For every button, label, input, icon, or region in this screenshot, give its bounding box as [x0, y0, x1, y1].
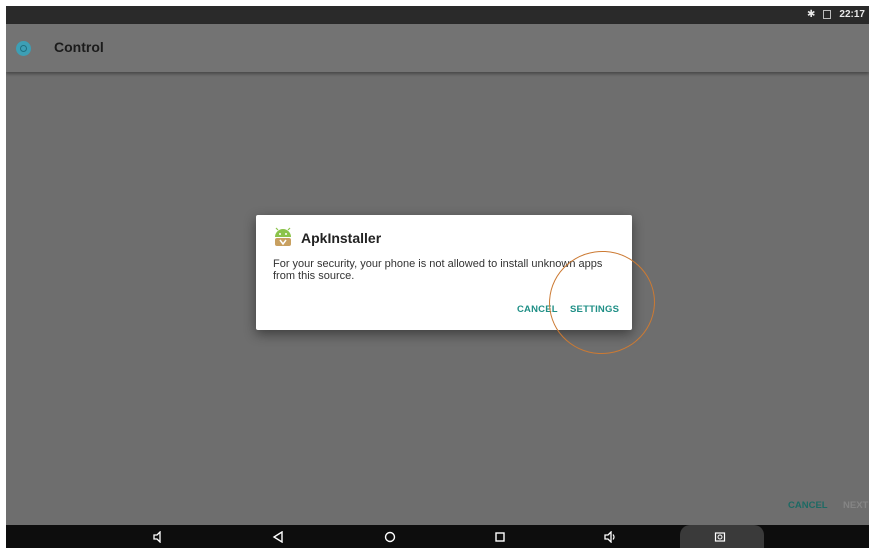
footer-cancel-button[interactable]: CANCEL	[788, 500, 828, 511]
status-time: 22:17	[839, 9, 865, 20]
screenshot-icon[interactable]	[712, 529, 728, 545]
app-bar: Control	[6, 24, 869, 72]
home-icon[interactable]	[382, 529, 398, 545]
screen: ✱ 22:17 Control ApkInstaller For your se…	[6, 6, 869, 548]
volume-up-icon[interactable]	[603, 529, 619, 545]
signal-icon	[823, 10, 832, 19]
android-installer-icon	[275, 227, 291, 246]
footer-next-button[interactable]: NEXT	[843, 500, 868, 511]
navigation-bar	[6, 525, 869, 548]
power-icon	[16, 41, 31, 56]
status-icons: ✱ 22:17	[807, 9, 865, 20]
status-bar: ✱ 22:17	[6, 6, 869, 24]
bluetooth-icon: ✱	[807, 9, 816, 20]
back-icon[interactable]	[270, 529, 286, 545]
recents-icon[interactable]	[492, 529, 508, 545]
dialog-title: ApkInstaller	[301, 230, 382, 246]
app-title: Control	[54, 39, 104, 55]
volume-down-icon[interactable]	[151, 529, 167, 545]
